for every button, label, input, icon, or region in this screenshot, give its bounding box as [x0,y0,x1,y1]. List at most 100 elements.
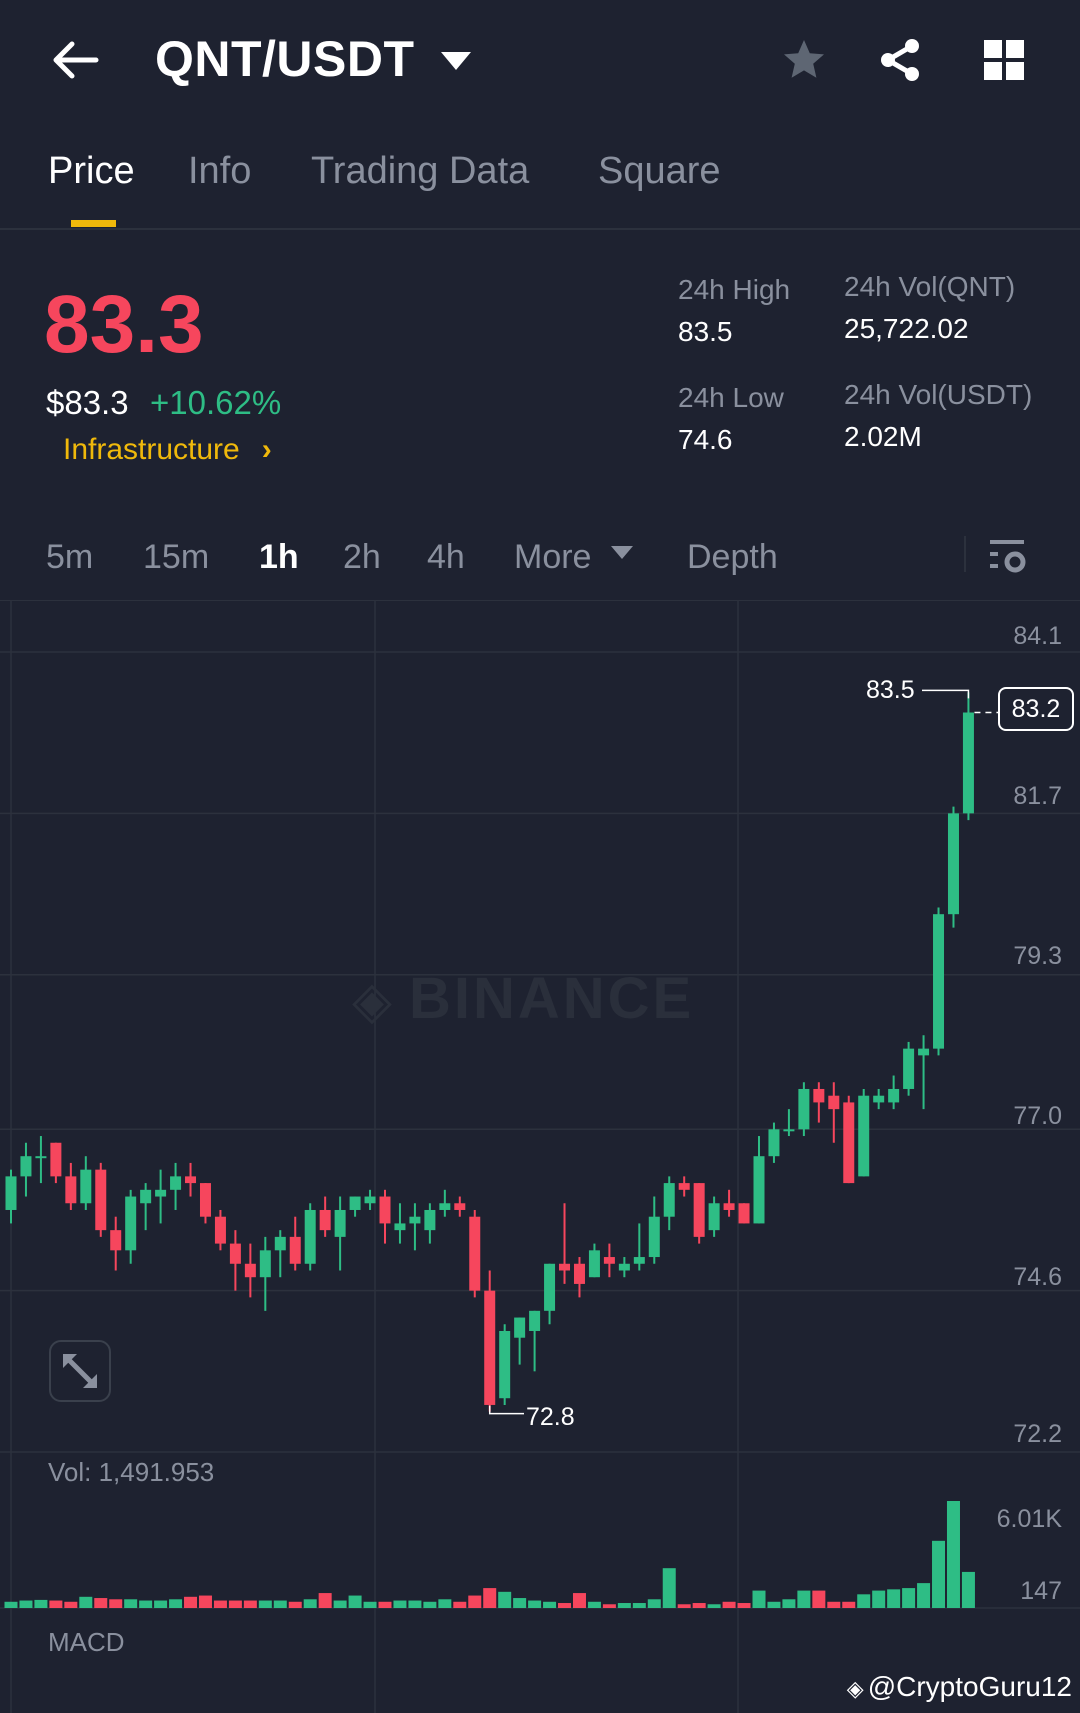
tab-info[interactable]: Info [188,150,251,193]
volume-bar [737,1603,751,1608]
vol-qnt-value: 25,722.02 [844,313,969,344]
volume-bar [453,1601,467,1608]
candle-body [110,1230,122,1251]
candle-body [947,813,959,915]
grid-menu-icon[interactable] [984,40,1026,82]
y-tick: 81.7 [1013,782,1062,810]
fullscreen-button[interactable] [49,1340,111,1402]
volume-bar [961,1571,975,1608]
vol-usdt-label: 24h Vol(USDT) [844,379,1033,410]
volume-bar [902,1588,916,1608]
volume-bar [842,1601,856,1608]
candle-body [155,1189,167,1197]
volume-bar [572,1593,586,1608]
low-marker-line [488,1405,524,1415]
candle-body [334,1209,346,1237]
candle-body [648,1216,660,1258]
volume-bar [378,1601,392,1608]
expand-icon [63,1354,97,1388]
timeframe-2h[interactable]: 2h [343,538,381,577]
volume-bar [288,1601,302,1608]
tabs-divider [0,228,1080,230]
volume-bar [154,1600,168,1608]
candle-body [618,1263,630,1271]
candle-body [319,1209,331,1231]
volume-bar [483,1588,497,1608]
low-marker-label: 72.8 [526,1403,575,1431]
candle-body [65,1176,77,1204]
volume-bar [184,1596,198,1608]
candle-body [633,1257,645,1264]
tab-price[interactable]: Price [48,150,135,193]
volume-bar [932,1540,946,1608]
candle-body [843,1102,855,1184]
candlestick-chart[interactable] [0,600,1080,1713]
volume-bar [647,1599,661,1608]
y-tick: 74.6 [1013,1263,1062,1291]
candle-body [888,1088,900,1103]
candle-body [544,1263,556,1311]
volume-bar [692,1603,706,1608]
vol-tick: 6.01K [996,1505,1062,1533]
tab-trading-data[interactable]: Trading Data [311,150,529,193]
sector-label: Infrastructure [63,433,240,466]
volume-bar [34,1599,48,1608]
timeframe-15m[interactable]: 15m [143,538,209,577]
volume-bar [917,1583,931,1608]
chart-settings-icon[interactable] [988,538,1028,581]
timeframe-1h[interactable]: 1h [259,538,299,577]
volume-bar [79,1596,93,1608]
vol-usdt-value: 2.02M [844,421,922,452]
candle-body [469,1216,481,1291]
caret-down-icon [610,546,633,559]
volume-bar [318,1593,332,1608]
timeframe-4h[interactable]: 4h [427,538,465,577]
volume-bar [662,1568,676,1608]
y-tick: 84.1 [1013,622,1062,650]
volume-bar [333,1600,347,1608]
sector-link[interactable]: Infrastructure › [63,433,272,467]
share-icon[interactable] [876,36,924,89]
favorite-star-icon[interactable] [780,36,828,89]
price-change: +10.62% [150,384,282,421]
volume-bar [827,1601,841,1608]
candle-body [170,1176,182,1190]
timeframe-5m[interactable]: 5m [46,538,93,577]
back-arrow-icon [53,41,99,79]
vol-tick: 147 [1020,1577,1062,1605]
volume-bar [348,1595,362,1608]
credit-watermark: ◈ @CryptoGuru12 [846,1671,1072,1702]
timeframe-more[interactable]: More [514,538,633,577]
candle-body [274,1236,286,1251]
volume-bar [213,1600,227,1608]
candle-body [125,1196,137,1251]
candle-body [5,1176,17,1210]
back-button[interactable] [50,38,100,82]
volume-bar [872,1590,886,1608]
volume-label: Vol: 1,491.953 [48,1457,215,1487]
tab-square[interactable]: Square [598,150,721,193]
candle-body [798,1088,810,1130]
high-marker-label: 83.5 [866,676,915,704]
candle-body [289,1236,301,1264]
candle-body [693,1183,705,1237]
active-tab-indicator [71,220,116,227]
candle-body [753,1156,765,1224]
candle-body [424,1209,436,1231]
depth-tab[interactable]: Depth [687,538,778,577]
volume-bar [602,1604,616,1608]
volume-bar [677,1604,691,1608]
low-label: 24h Low [678,382,784,413]
candle-body [349,1196,361,1210]
candle-body [214,1216,226,1244]
high-label: 24h High [678,274,791,305]
candle-body [244,1263,256,1278]
pair-dropdown-icon[interactable] [441,52,471,77]
volume-bar [393,1600,407,1608]
volume-bar [782,1599,796,1608]
volume-bar [124,1599,138,1608]
volume-bar [4,1601,18,1608]
volume-bar [273,1600,287,1608]
volume-bar [857,1594,871,1608]
pair-title[interactable]: QNT/USDT [155,30,415,88]
